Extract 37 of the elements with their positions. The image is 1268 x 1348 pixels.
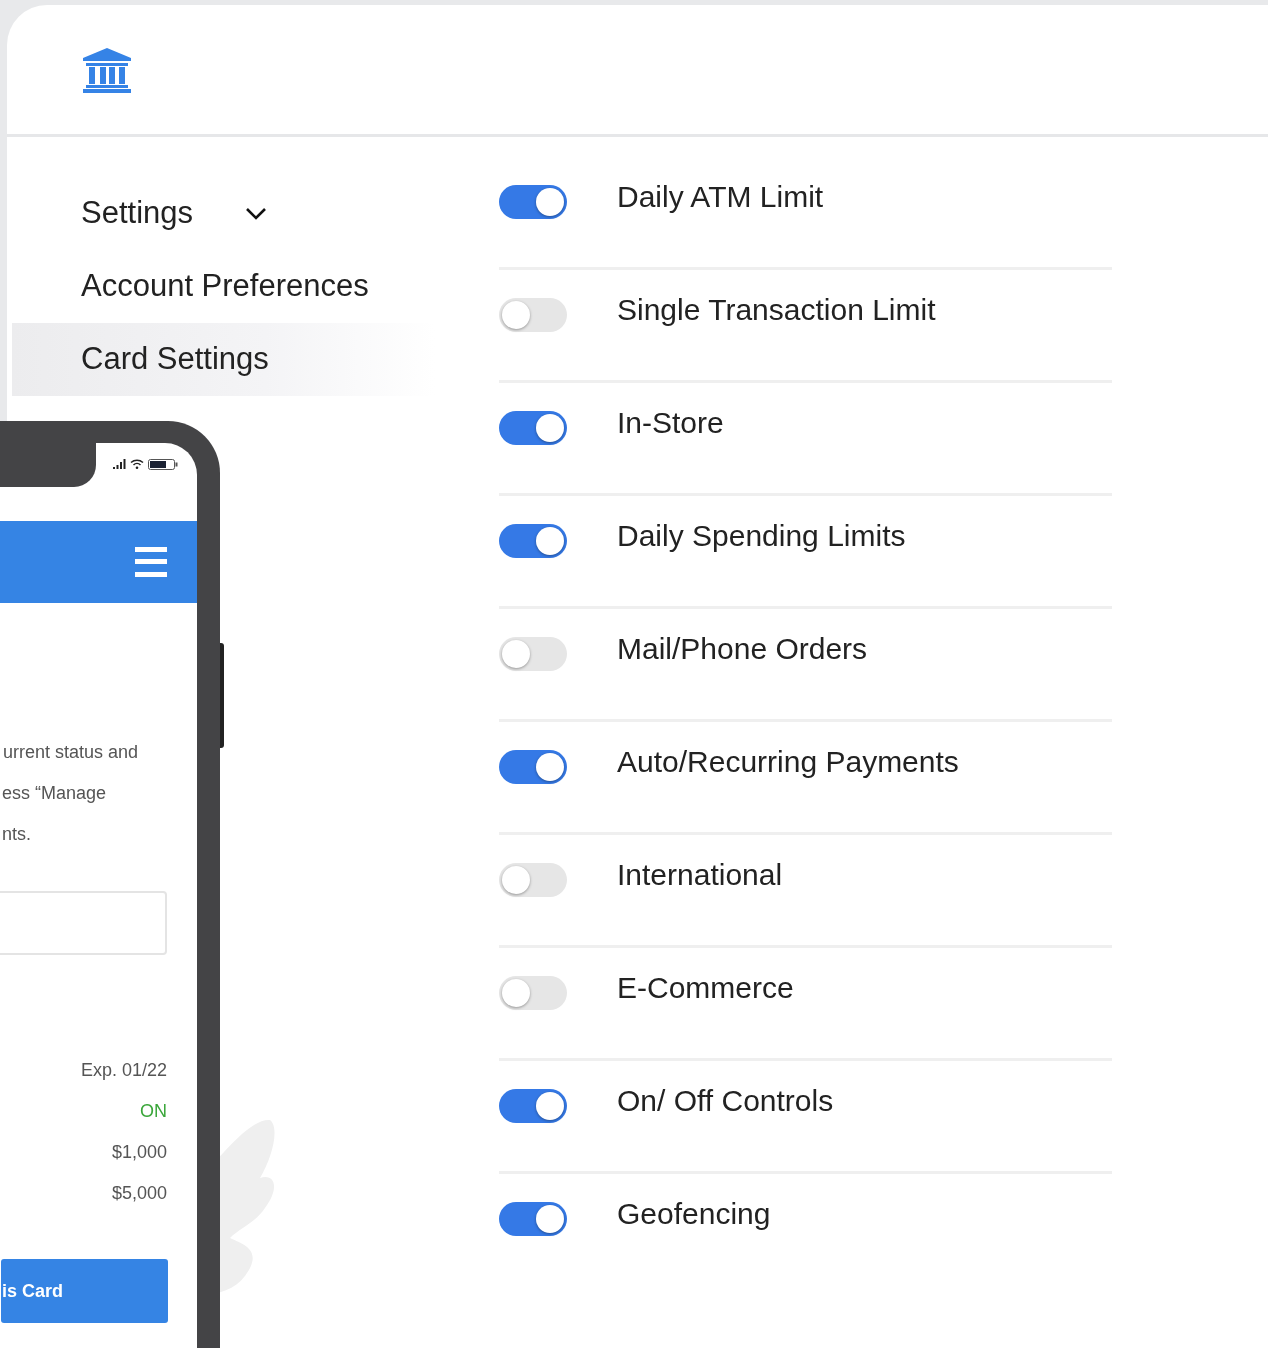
toggle-switch[interactable] [499,863,567,897]
toggle-label: On/ Off Controls [617,1083,834,1119]
chevron-icon[interactable] [245,206,267,221]
toggle-label: Auto/Recurring Payments [617,744,959,780]
toggle-switch[interactable] [499,185,567,219]
description-text: urrent status and [2,741,138,764]
toggle-switch[interactable] [499,524,567,558]
detail-value: Exp. 01/22 [80,1059,167,1082]
toggle-switch[interactable] [499,750,567,784]
wifi-icon [130,459,144,469]
toggle-label: E-Commerce [617,970,794,1006]
description-text: ess “Manage [2,782,107,805]
detail-value: $5,000 [111,1182,167,1205]
toggle-label: International [617,857,783,893]
sidebar-item[interactable]: Account Preferences [7,250,435,323]
toggle-switch[interactable] [499,298,567,332]
toggle-label: Geofencing [617,1196,771,1232]
toggle-switch[interactable] [499,637,567,671]
settings-menu-toggle[interactable]: Settings [81,190,193,237]
signal-icon [113,459,126,469]
card-action-button[interactable]: is Card [1,1259,168,1323]
toggle-label: Daily Spending Limits [617,518,906,554]
status-value: ON [140,1100,167,1123]
bank-logo-icon [82,48,132,94]
toggle-switch[interactable] [499,411,567,445]
toggle-switch[interactable] [499,1089,567,1123]
toggle-label: Single Transaction Limit [617,292,936,328]
toggle-label: Daily ATM Limit [617,179,824,215]
detail-value: $1,000 [111,1141,167,1164]
toggle-switch[interactable] [499,976,567,1010]
battery-icon [148,459,178,470]
menu-icon[interactable] [135,547,167,577]
toggle-label: Mail/Phone Orders [617,631,868,667]
description-text: nts. [2,823,31,846]
toggle-label: In-Store [617,405,724,441]
toggle-switch[interactable] [499,1202,567,1236]
input-field[interactable] [0,891,167,955]
